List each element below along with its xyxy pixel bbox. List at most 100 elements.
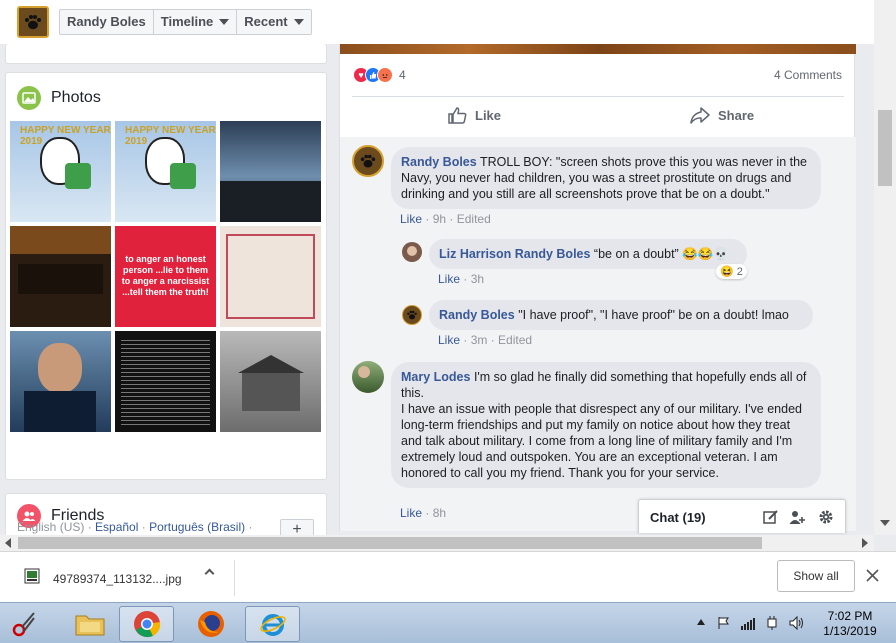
file-explorer-icon[interactable] bbox=[62, 606, 117, 642]
chrome-icon[interactable] bbox=[119, 606, 174, 642]
divider bbox=[234, 560, 235, 596]
show-hidden-icons-chevron-icon[interactable] bbox=[697, 619, 705, 625]
profile-header-bar: Randy Boles Timeline Recent bbox=[0, 0, 896, 44]
chat-sidebar-tab[interactable]: Chat (19) bbox=[638, 499, 846, 533]
paw-icon bbox=[25, 15, 41, 30]
language-link-es[interactable]: Español bbox=[95, 520, 138, 534]
reply-reaction-badge[interactable]: 😆 2 bbox=[716, 264, 747, 279]
comment-text-continued: I have an issue with people that disresp… bbox=[401, 402, 802, 480]
commenter-avatar[interactable] bbox=[402, 305, 422, 325]
comment-text: “be on a doubt” 😂😂💀 bbox=[590, 247, 729, 261]
intro-card-bottom bbox=[5, 44, 327, 64]
post-card: ♥ 4 4 Comments Like Share Randy Boles TR… bbox=[339, 44, 856, 531]
scrollbar-thumb[interactable] bbox=[18, 537, 762, 549]
firefox-icon[interactable] bbox=[183, 606, 238, 642]
close-icon[interactable] bbox=[866, 569, 879, 582]
photos-header[interactable]: Photos bbox=[6, 73, 326, 123]
share-icon bbox=[690, 107, 710, 124]
divider bbox=[352, 96, 844, 97]
comment-text: "I have proof", "I have proof" be on a d… bbox=[514, 308, 789, 322]
scrollbar-thumb[interactable] bbox=[878, 110, 892, 186]
photo-thumbnail[interactable]: to anger an honest person ...lie to them… bbox=[115, 226, 216, 327]
edited-label[interactable]: Edited bbox=[457, 212, 491, 226]
reply-bubble: Liz Harrison Randy Boles “be on a doubt”… bbox=[429, 239, 747, 269]
angry-reaction-icon bbox=[377, 67, 393, 83]
comment-author[interactable]: Mary Lodes bbox=[401, 370, 470, 384]
comment-bubble: Mary Lodes I'm so glad he finally did so… bbox=[391, 362, 821, 488]
edited-label[interactable]: Edited bbox=[498, 333, 532, 347]
comment-author[interactable]: Randy Boles bbox=[401, 155, 477, 169]
reaction-summary[interactable]: ♥ 4 bbox=[353, 67, 406, 83]
profile-name-button[interactable]: Randy Boles bbox=[60, 10, 154, 34]
comment-like-link[interactable]: Like bbox=[438, 333, 460, 347]
photo-grid: HAPPY NEW YEAR 2019 HAPPY NEW YEAR 2019 … bbox=[10, 121, 321, 432]
network-signal-icon[interactable] bbox=[741, 616, 757, 630]
photo-thumbnail[interactable] bbox=[220, 331, 321, 432]
comment-like-link[interactable]: Like bbox=[438, 272, 460, 286]
comment-like-link[interactable]: Like bbox=[400, 212, 422, 226]
scroll-right-arrow-icon[interactable] bbox=[862, 538, 868, 548]
chevron-up-icon[interactable] bbox=[204, 568, 215, 579]
chat-label: Chat (19) bbox=[650, 510, 706, 525]
photo-thumbnail[interactable]: HAPPY NEW YEAR 2019 bbox=[115, 121, 216, 222]
comment-author[interactable]: Randy Boles bbox=[439, 308, 515, 322]
photo-thumbnail[interactable] bbox=[10, 226, 111, 327]
comment-time[interactable]: 9h bbox=[433, 212, 446, 226]
mention-link[interactable]: Randy Boles bbox=[515, 247, 591, 261]
comment-meta: Like · 3m · Edited bbox=[438, 333, 533, 347]
image-file-icon bbox=[24, 568, 40, 584]
comment-time[interactable]: 3h bbox=[471, 272, 484, 286]
comment-bubble: Randy Boles TROLL BOY: "screen shots pro… bbox=[391, 147, 821, 209]
share-button[interactable]: Share bbox=[690, 107, 754, 124]
post-image-bottom bbox=[340, 44, 856, 54]
system-clock[interactable]: 7:02 PM 1/13/2019 bbox=[818, 609, 882, 639]
snipping-tool-icon[interactable] bbox=[2, 606, 46, 642]
chevron-down-icon bbox=[219, 19, 230, 25]
show-all-downloads-button[interactable]: Show all bbox=[777, 560, 855, 592]
reaction-count: 4 bbox=[399, 68, 406, 82]
scroll-down-arrow-icon[interactable] bbox=[880, 520, 890, 526]
photo-thumbnail[interactable]: HAPPY NEW YEAR 2019 bbox=[10, 121, 111, 222]
comment-time[interactable]: 8h bbox=[433, 506, 446, 520]
photo-thumbnail[interactable] bbox=[220, 121, 321, 222]
commenter-avatar[interactable] bbox=[352, 361, 384, 393]
timeline-button[interactable]: Timeline bbox=[154, 10, 238, 34]
comment-author[interactable]: Liz Harrison bbox=[439, 247, 511, 261]
profile-avatar[interactable] bbox=[17, 6, 49, 38]
photos-card: Photos HAPPY NEW YEAR 2019 HAPPY NEW YEA… bbox=[5, 72, 327, 480]
action-center-flag-icon[interactable] bbox=[717, 616, 731, 630]
commenter-avatar[interactable] bbox=[352, 145, 384, 177]
current-language: English (US) bbox=[17, 520, 85, 534]
power-plug-icon[interactable] bbox=[765, 615, 779, 631]
comment-meta: Like · 3h bbox=[438, 272, 485, 286]
commenter-avatar[interactable] bbox=[402, 242, 422, 262]
profile-nav-group: Randy Boles Timeline Recent bbox=[59, 9, 312, 35]
volume-icon[interactable] bbox=[789, 616, 805, 630]
gear-icon[interactable] bbox=[818, 509, 834, 525]
photo-thumbnail[interactable] bbox=[10, 331, 111, 432]
download-filename[interactable]: 49789374_113132....jpg bbox=[53, 572, 182, 586]
reply-bubble: Randy Boles "I have proof", "I have proo… bbox=[429, 300, 813, 330]
photo-thumbnail[interactable] bbox=[115, 331, 216, 432]
new-group-icon[interactable] bbox=[789, 509, 805, 525]
windows-taskbar: 7:02 PM 1/13/2019 bbox=[0, 602, 896, 643]
haha-reaction-icon: 😆 bbox=[720, 266, 734, 278]
comment-like-link[interactable]: Like bbox=[400, 506, 422, 520]
clock-time: 7:02 PM bbox=[827, 609, 873, 623]
paw-icon bbox=[360, 154, 376, 168]
comment-time[interactable]: 3m bbox=[471, 333, 488, 347]
clock-date: 1/13/2019 bbox=[823, 624, 877, 638]
internet-explorer-icon[interactable] bbox=[245, 606, 300, 642]
photos-title: Photos bbox=[51, 89, 101, 106]
like-button[interactable]: Like bbox=[448, 107, 501, 124]
comments-count-link[interactable]: 4 Comments bbox=[774, 68, 842, 82]
photo-thumbnail[interactable] bbox=[220, 226, 321, 327]
language-link-pt[interactable]: Português (Brasil) bbox=[149, 520, 245, 534]
scroll-left-arrow-icon[interactable] bbox=[5, 538, 11, 548]
vertical-scrollbar[interactable] bbox=[874, 0, 896, 535]
photo-icon bbox=[17, 86, 41, 110]
compose-icon[interactable] bbox=[763, 509, 779, 525]
download-bar: 49789374_113132....jpg Show all bbox=[0, 551, 896, 602]
recent-button[interactable]: Recent bbox=[237, 10, 310, 34]
horizontal-scrollbar[interactable] bbox=[0, 535, 874, 551]
